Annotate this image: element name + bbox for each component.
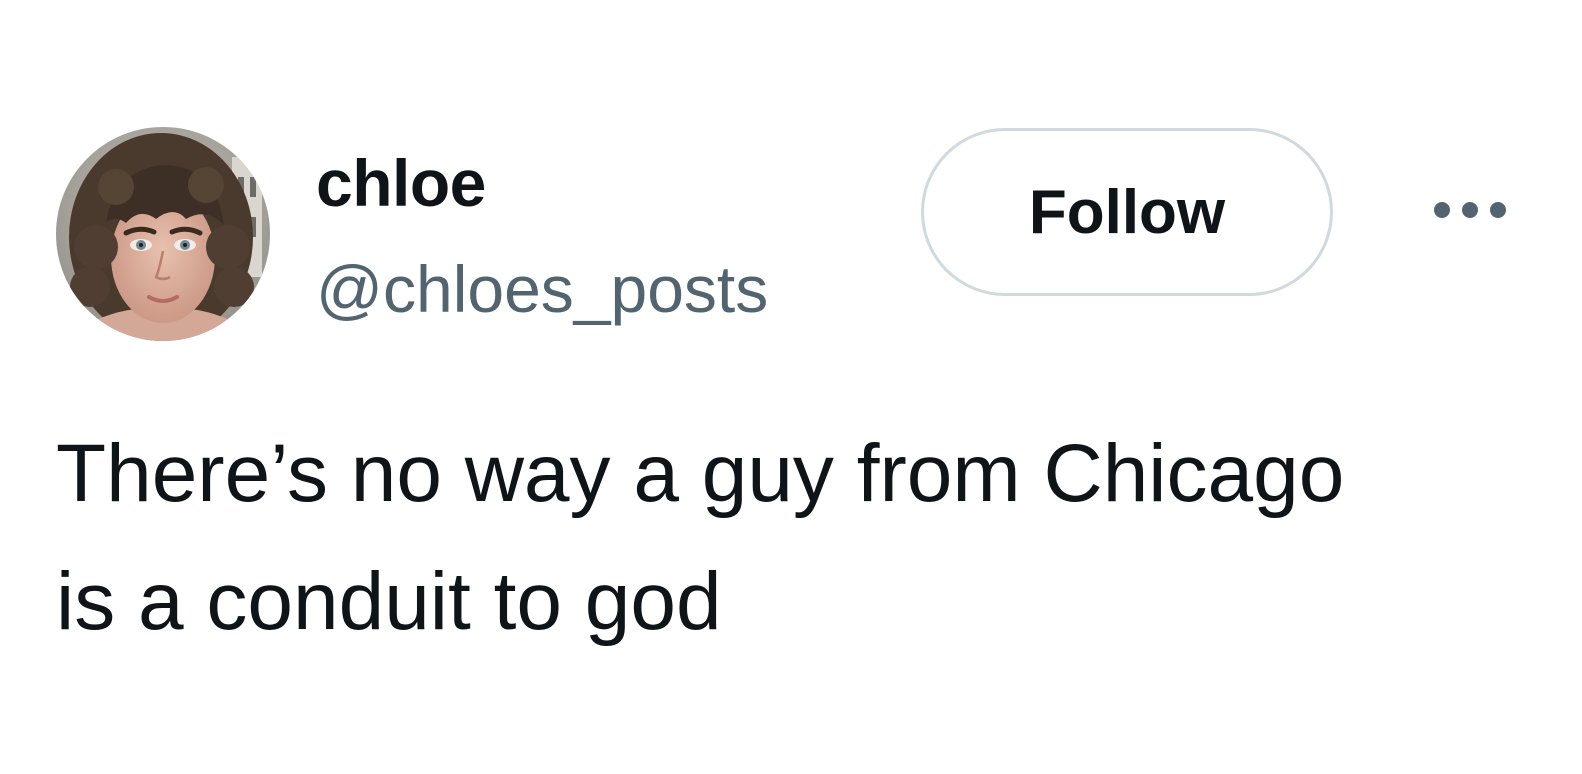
- tweet-card: chloe @chloes_posts Follow There’s no wa…: [0, 0, 1582, 774]
- follow-button[interactable]: Follow: [921, 128, 1333, 296]
- more-horizontal-icon: [1434, 202, 1506, 218]
- more-options-button[interactable]: [1426, 182, 1522, 238]
- tweet-text: There’s no way a guy from Chicago is a c…: [56, 428, 1345, 647]
- avatar[interactable]: [56, 127, 270, 341]
- display-name[interactable]: chloe: [316, 140, 486, 226]
- avatar-photo-icon: [56, 127, 270, 341]
- user-handle[interactable]: @chloes_posts: [316, 246, 768, 332]
